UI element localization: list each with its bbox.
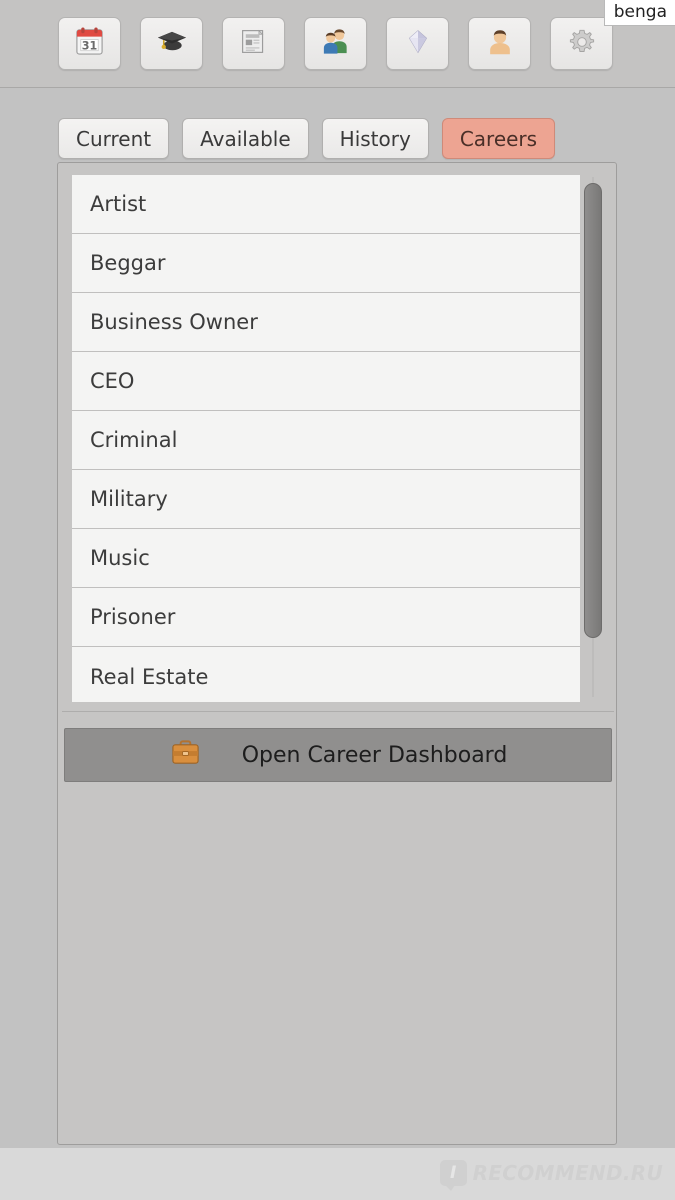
svg-text:31: 31: [82, 39, 97, 52]
top-toolbar: 31: [0, 0, 675, 88]
tab-bar: Current Available History Careers: [58, 118, 556, 159]
list-item[interactable]: CEO: [72, 352, 580, 411]
career-list-viewport: Artist Beggar Business Owner CEO Crimina…: [62, 167, 614, 702]
divider: [62, 711, 614, 712]
briefcase-icon: [169, 738, 202, 773]
career-list-scrollbar[interactable]: [584, 177, 602, 697]
list-item[interactable]: Prisoner: [72, 588, 580, 647]
list-item[interactable]: Real Estate: [72, 647, 580, 702]
watermark: I RECOMMEND.RU: [439, 1160, 663, 1191]
tab-careers[interactable]: Careers: [441, 118, 556, 159]
toolbar-button-profile[interactable]: [468, 17, 531, 70]
toolbar-button-calendar[interactable]: 31: [58, 17, 121, 70]
watermark-text: RECOMMEND.RU: [472, 1161, 663, 1185]
calendar-icon: 31: [74, 26, 105, 61]
open-career-dashboard-label: Open Career Dashboard: [241, 742, 508, 768]
toolbar-button-assets[interactable]: [386, 17, 449, 70]
overlay-label: benga: [603, 0, 675, 26]
app-window: 31 Current Available History Careers Art…: [0, 0, 675, 1148]
newspaper-icon: [239, 27, 268, 60]
tab-history[interactable]: History: [321, 118, 429, 159]
list-item[interactable]: Business Owner: [72, 293, 580, 352]
list-item[interactable]: Military: [72, 470, 580, 529]
tab-available[interactable]: Available: [182, 118, 309, 159]
watermark-badge: I: [439, 1160, 467, 1191]
list-item[interactable]: Beggar: [72, 234, 580, 293]
person-bust-icon: [485, 27, 515, 61]
toolbar-button-news[interactable]: [222, 17, 285, 70]
list-item[interactable]: Criminal: [72, 411, 580, 470]
scrollbar-thumb[interactable]: [584, 183, 602, 638]
gem-icon: [403, 27, 433, 61]
graduation-cap-icon: [156, 26, 187, 61]
tab-current[interactable]: Current: [58, 118, 170, 159]
career-list: Artist Beggar Business Owner CEO Crimina…: [72, 175, 580, 702]
open-career-dashboard-button[interactable]: Open Career Dashboard: [64, 728, 612, 782]
toolbar-button-relations[interactable]: [304, 17, 367, 70]
gear-icon: [567, 27, 597, 61]
careers-panel: Artist Beggar Business Owner CEO Crimina…: [57, 162, 617, 1145]
list-item[interactable]: Artist: [72, 175, 580, 234]
list-item[interactable]: Music: [72, 529, 580, 588]
toolbar-button-education[interactable]: [140, 17, 203, 70]
people-icon: [320, 26, 351, 61]
